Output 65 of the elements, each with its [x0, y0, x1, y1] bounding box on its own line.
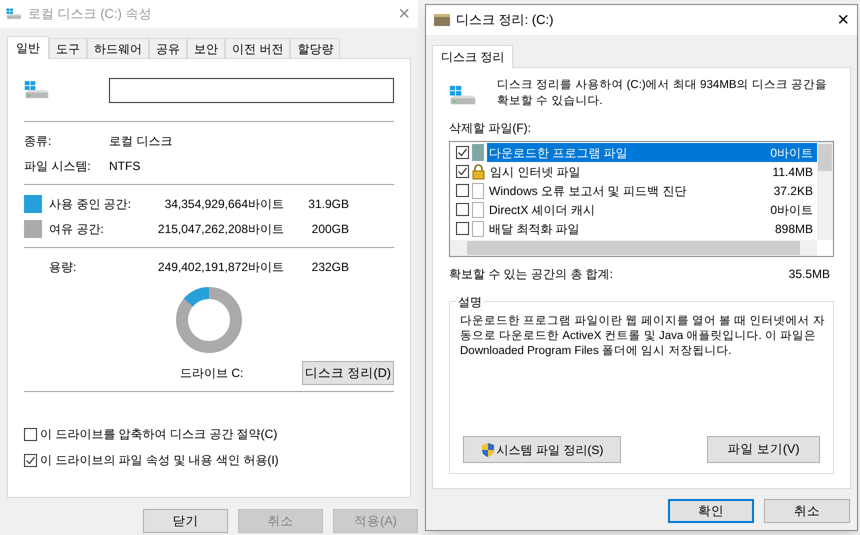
shield-icon	[480, 442, 495, 458]
lock-icon	[472, 164, 485, 180]
list-item[interactable]: Windows 오류 보고서 및 피드백 진단 37.2KB	[487, 181, 817, 200]
document-icon	[472, 220, 484, 236]
page-icon	[472, 144, 484, 161]
tab[interactable]: 디스크 정리	[432, 45, 514, 68]
checkbox[interactable]	[456, 203, 469, 216]
list-item[interactable]: DirectX 셰이더 캐시 0바이트	[487, 200, 817, 219]
total-label: 확보할 수 있는 공간의 총 합계:	[449, 266, 614, 283]
checkbox-label: 이 드라이브를 압축하여 디스크 공간 절약(C)	[40, 426, 278, 443]
checkbox-label: 이 드라이브의 파일 속성 및 내용 색인 허용(I)	[40, 452, 279, 469]
field-label: 종류:	[24, 132, 52, 150]
field-value: NTFS	[109, 158, 140, 174]
window-title: 디스크 정리: (C:)	[456, 11, 554, 30]
total-value: 35.5MB	[788, 266, 830, 283]
horizontal-scrollbar[interactable]	[450, 240, 817, 256]
description-text: 다운로드한 프로그램 파일이란 웹 페이지를 열어 볼 때 인터넷에서 자동으로 다운로드한 ActiveX 컨트롤 및 Java 애플릿입니다. 이 파일은 Downloaded Program Files 폴더에 임시 저장됩니다.	[460, 314, 825, 359]
field-value: 31.9GB	[307, 196, 349, 212]
tab[interactable]: 하드웨어	[87, 38, 149, 58]
drive-label: 드라이브 C:	[180, 365, 244, 382]
field-label: 여유 공간:	[49, 220, 105, 238]
list-label: 삭제할 파일(F):	[449, 120, 532, 137]
field-value: 249,402,191,872바이트	[156, 258, 284, 276]
tab[interactable]: 도구	[49, 38, 87, 58]
checkbox[interactable]	[456, 222, 469, 235]
field-value: 200GB	[310, 220, 349, 238]
window-title: 로컬 디스크 (C:) 속성	[28, 5, 152, 24]
button[interactable]: 닫기	[143, 509, 228, 533]
button[interactable]: 확인	[668, 499, 754, 523]
list-item[interactable]: 임시 인터넷 파일 11.4MB	[488, 162, 817, 181]
drive-icon	[6, 8, 22, 20]
button[interactable]: 디스크 정리(D)	[302, 361, 394, 385]
list-item[interactable]: 배달 최적화 파일 898MB	[487, 219, 817, 238]
checkbox[interactable]	[24, 428, 37, 440]
checkbox[interactable]	[24, 454, 37, 466]
name-field[interactable]	[108, 78, 394, 102]
cleanup-icon	[434, 14, 450, 26]
drive-icon	[24, 80, 50, 100]
tab[interactable]: 보안	[187, 38, 225, 58]
field-label: 사용 중인 공간:	[49, 196, 132, 212]
field-label: 파일 시스템:	[24, 158, 92, 174]
document-icon	[472, 202, 484, 218]
close-button[interactable]: ×	[398, 4, 410, 24]
checkbox[interactable]	[456, 165, 469, 178]
drive-icon	[449, 85, 477, 106]
usage-donut	[176, 287, 242, 353]
document-icon	[472, 182, 484, 198]
checkbox[interactable]	[456, 146, 469, 159]
field-value: 232GB	[310, 258, 349, 276]
tab[interactable]: 일반	[7, 36, 49, 59]
button[interactable]: 파일 보기(V)	[707, 436, 820, 463]
tab[interactable]: 이전 버전	[225, 38, 290, 58]
tab[interactable]: 공유	[149, 38, 187, 58]
field-value: 34,354,929,664바이트	[164, 196, 284, 212]
system-cleanup-button[interactable]: 시스템 파일 정리(S)	[463, 436, 621, 463]
field-value: 215,047,262,208바이트	[156, 220, 284, 238]
list-item[interactable]: 다운로드한 프로그램 파일 0바이트	[487, 143, 817, 162]
checkbox[interactable]	[456, 184, 469, 197]
vertical-scrollbar[interactable]	[817, 142, 833, 240]
intro-text: 디스크 정리를 사용하여 (C:)에서 최대 934MB의 디스크 공간을 확보할 수 있습니다.	[497, 78, 828, 109]
tab[interactable]: 할당량	[290, 38, 340, 58]
field-value: 로컬 디스크	[109, 132, 172, 150]
field-label: 용량:	[49, 258, 78, 276]
button[interactable]: 취소	[764, 499, 850, 523]
close-button[interactable]: ×	[837, 10, 849, 30]
